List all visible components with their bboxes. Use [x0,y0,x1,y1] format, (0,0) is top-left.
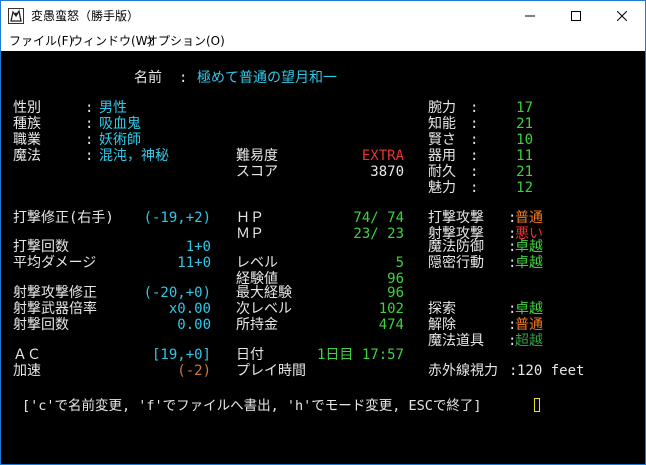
mp-value: 23/ 23 [353,226,404,242]
app-window: 変愚蛮怒（勝手版） ファイル(F) ウィンドウ(W) オプション(O) 名前 :… [0,0,646,465]
stat-dex-label: 器用 [428,148,456,164]
speed-value: (-2) [177,363,211,379]
name-label: 名前 [134,70,162,86]
menu-bar: ファイル(F) ウィンドウ(W) オプション(O) [1,31,645,51]
character-name: 極めて普通の望月和一 [197,70,337,86]
magic-value: 混沌，神秘 [99,148,169,164]
gold-value: 474 [378,317,404,333]
skill-disarm-value: 普通 [515,317,543,333]
shoot-mult-value: x0.00 [168,301,211,317]
hit-mod-value: (-19,+2) [143,210,211,226]
minimize-icon [525,15,535,17]
dragon-app-icon[interactable] [8,8,24,24]
date-value: 1日目 17:57 [316,347,404,363]
difficulty-label: 難易度 [236,148,278,164]
menu-options[interactable]: オプション(O) [146,34,225,48]
skill-disarm-label: 解除 [428,317,456,333]
skill-search-value: 卓越 [515,301,543,317]
gold-label: 所持金 [236,317,278,333]
sex-label: 性別 [13,100,41,116]
terminal-screen[interactable]: 名前 : 極めて普通の望月和一 性別 : 男性 種族 : 吸血鬼 職業 : 妖術… [1,51,645,464]
text-cursor [534,398,540,412]
stat-wis-label: 賢さ [428,132,456,148]
level-label: レベル [236,255,278,271]
blows-label: 打撃回数 [13,239,69,255]
close-icon [617,11,627,21]
blows-value: 1+0 [185,239,211,255]
maximize-icon [571,11,581,21]
race-colon: : [85,116,94,132]
stat-colon: : [470,100,479,116]
menu-window[interactable]: ウィンドウ(W) [71,34,152,48]
shoot-mult-label: 射撃武器倍率 [13,301,97,317]
mp-label: ＭＰ [236,226,264,242]
stat-colon: : [470,132,479,148]
ac-label: ＡＣ [13,347,41,363]
class-label: 職業 [13,132,41,148]
max-exp-label: 最大経験 [236,285,292,301]
skill-melee-value: 普通 [515,210,543,226]
skill-device-label: 魔法道具 [428,333,484,349]
score-value: 3870 [370,164,404,180]
title-bar[interactable]: 変愚蛮怒（勝手版） [1,1,645,31]
stat-con-label: 耐久 [428,164,456,180]
stat-str-value: 17 [516,100,533,116]
skill-melee-label: 打撃攻撃 [428,210,484,226]
minimize-button[interactable] [507,1,553,31]
shoot-mod-value: (-20,+0) [143,285,211,301]
sex-value: 男性 [99,100,127,116]
hp-value: 74/ 74 [353,210,404,226]
skill-device-value: 超越 [515,333,543,349]
max-exp-value: 96 [387,285,404,301]
skill-stealth-value: 卓越 [515,255,543,271]
stat-int-label: 知能 [428,116,456,132]
hp-label: ＨＰ [236,210,264,226]
avg-dmg-value: 11+0 [177,255,211,271]
next-level-label: 次レベル [236,301,292,317]
stat-int-value: 21 [516,116,533,132]
avg-dmg-label: 平均ダメージ [13,255,97,271]
class-colon: : [85,132,94,148]
command-prompt: ['c'で名前変更, 'f'でファイルへ書出, 'h'でモード変更, ESCで終… [22,398,482,414]
maximize-button[interactable] [553,1,599,31]
stat-chr-value: 12 [516,180,533,196]
skill-save-value: 卓越 [515,239,543,255]
stat-dex-value: 11 [516,148,533,164]
close-button[interactable] [599,1,645,31]
name-colon: : [179,70,188,86]
stat-colon: : [470,164,479,180]
stat-colon: : [470,116,479,132]
magic-label: 魔法 [13,148,41,164]
window-title: 変愚蛮怒（勝手版） [31,9,140,23]
ac-value: [19,+0] [151,347,211,363]
next-level-value: 102 [378,301,404,317]
date-label: 日付 [236,347,264,363]
shots-label: 射撃回数 [13,317,69,333]
skill-save-label: 魔法防御 [428,239,484,255]
speed-label: 加速 [13,363,41,379]
race-value: 吸血鬼 [99,116,141,132]
stat-str-label: 腕力 [428,100,456,116]
hit-mod-label: 打撃修正(右手) [13,210,114,226]
shots-value: 0.00 [177,317,211,333]
race-label: 種族 [13,116,41,132]
sex-colon: : [85,100,94,116]
playtime-label: プレイ時間 [236,363,306,379]
skill-stealth-label: 隠密行動 [428,255,484,271]
class-value: 妖術師 [99,132,141,148]
shoot-mod-label: 射撃攻撃修正 [13,285,97,301]
stat-con-value: 21 [516,164,533,180]
stat-colon: : [470,180,479,196]
score-label: スコア [236,164,278,180]
stat-colon: : [470,148,479,164]
infravision-label: 赤外線視力 [428,363,498,379]
infravision-value: 120 feet [517,363,585,379]
stat-chr-label: 魅力 [428,180,456,196]
level-value: 5 [395,255,404,271]
skill-search-label: 探索 [428,301,456,317]
menu-file[interactable]: ファイル(F) [9,34,73,48]
magic-colon: : [85,148,94,164]
difficulty-value: EXTRA [361,148,404,164]
stat-wis-value: 10 [516,132,533,148]
